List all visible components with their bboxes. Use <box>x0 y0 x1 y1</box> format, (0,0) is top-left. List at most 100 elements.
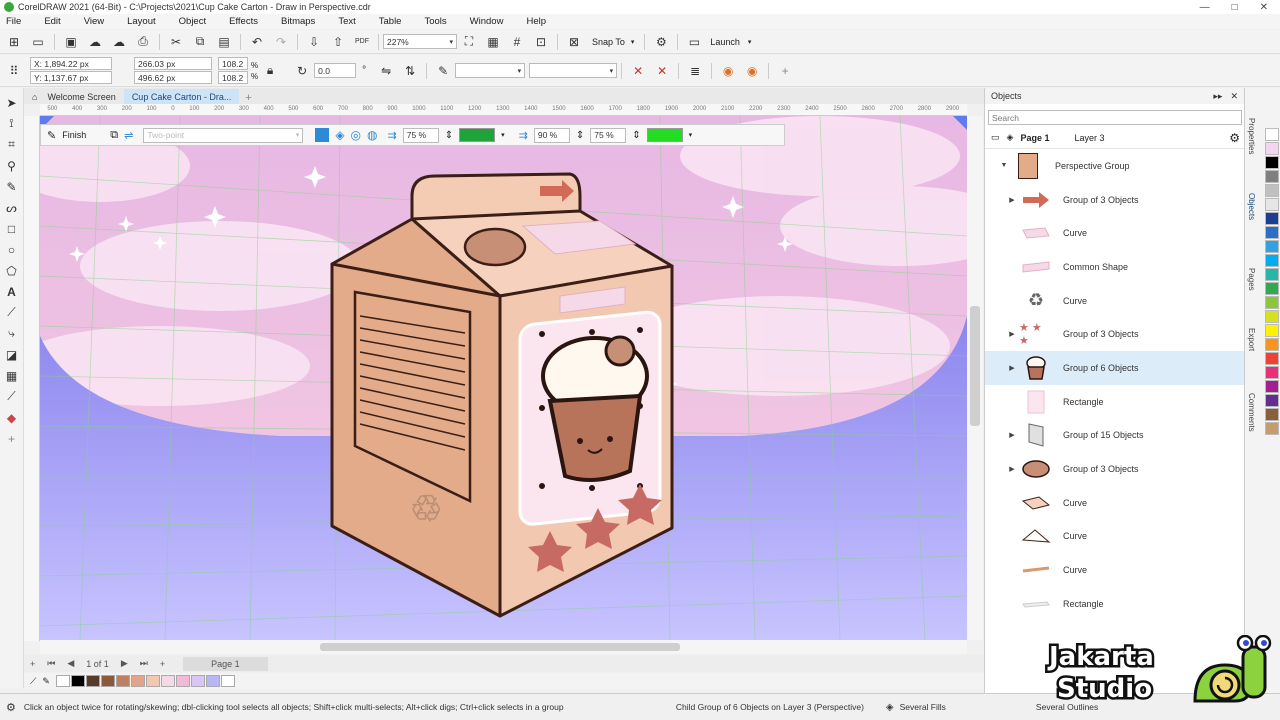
spin-icon[interactable]: ⇕ <box>445 130 453 141</box>
transparency-tool-icon[interactable]: ▦ <box>3 367 21 385</box>
color-swatch[interactable] <box>1265 142 1279 155</box>
maximize-button[interactable]: □ <box>1232 2 1238 13</box>
import-icon[interactable]: ⇩ <box>304 33 324 51</box>
color-swatch[interactable] <box>1265 128 1279 141</box>
layer-label[interactable]: Layer 3 <box>1074 133 1104 143</box>
gear-icon[interactable]: ⚙ <box>651 33 671 51</box>
tab-welcome-screen[interactable]: ⌂ Welcome Screen <box>24 89 124 104</box>
grid-opacity-field[interactable]: 75 % <box>402 127 439 143</box>
copy-icon[interactable]: ⧉ <box>190 33 210 51</box>
next-page-icon[interactable]: ▶ <box>121 658 128 669</box>
mirror-vertical-icon[interactable]: ⇅ <box>400 62 420 80</box>
color-swatch[interactable] <box>1265 254 1279 267</box>
expand-arrow-icon[interactable]: ▶ <box>1005 196 1019 204</box>
expand-arrow-icon[interactable]: ▼ <box>997 162 1011 169</box>
color-swatch[interactable] <box>1265 352 1279 365</box>
save-icon[interactable]: ▣ <box>61 33 81 51</box>
angle-field[interactable]: 0.0 <box>314 63 357 78</box>
add-page-after-icon[interactable]: + <box>160 659 165 669</box>
palette-swatch[interactable] <box>55 675 70 687</box>
page-label[interactable]: Page 1 <box>1020 133 1049 143</box>
expand-arrow-icon[interactable]: ▶ <box>1005 364 1019 372</box>
horizontal-scrollbar[interactable] <box>40 640 967 654</box>
expand-arrow-icon[interactable]: ▶ <box>1005 330 1019 338</box>
opacity-slider-icon[interactable]: ⇉ <box>388 129 397 142</box>
add-tool-icon[interactable]: + <box>3 430 21 448</box>
add-tab-icon[interactable]: + <box>239 92 257 104</box>
artistic-media-icon[interactable]: ᔕ <box>3 199 21 217</box>
cloud-upload-icon[interactable]: ☁ <box>85 33 105 51</box>
parallel-dimension-icon[interactable]: ⟋ <box>3 304 21 322</box>
color-swatch[interactable] <box>1265 198 1279 211</box>
palette-swatch[interactable] <box>190 675 205 687</box>
new-document-icon[interactable]: ⊞ <box>4 33 24 51</box>
object-row[interactable]: Rectangle <box>985 587 1244 621</box>
width-field[interactable]: 266.03 px <box>134 57 212 70</box>
spin-icon[interactable]: ⇕ <box>576 130 584 141</box>
grid-color-swatch[interactable] <box>459 128 496 142</box>
to-front-icon[interactable]: ◉ <box>718 62 738 80</box>
rotate-icon[interactable]: ↻ <box>292 62 312 80</box>
menu-tools[interactable]: Tools <box>424 16 446 27</box>
palette-swatch[interactable] <box>220 675 235 687</box>
menu-bitmaps[interactable]: Bitmaps <box>281 16 315 27</box>
plane-right-icon[interactable]: ◈ <box>335 128 344 142</box>
pick-tool-icon[interactable]: ➤ <box>3 94 21 112</box>
break-apart-icon[interactable]: ✕ <box>628 62 648 80</box>
object-row[interactable]: ♻ Curve <box>985 284 1244 318</box>
close-button[interactable]: ✕ <box>1260 2 1268 13</box>
add-icon[interactable]: + <box>775 62 795 80</box>
color-swatch[interactable] <box>1265 310 1279 323</box>
outline-pen-icon[interactable]: ✎ <box>433 62 453 80</box>
object-row[interactable]: ▶ Group of 3 Objects <box>985 452 1244 486</box>
zoom-fit-icon[interactable]: ⛶ <box>459 33 479 51</box>
color-swatch[interactable] <box>1265 184 1279 197</box>
object-row[interactable]: Rectangle <box>985 385 1244 419</box>
publish-pdf-icon[interactable]: PDF <box>352 33 372 51</box>
palette-swatch[interactable] <box>205 675 220 687</box>
add-page-before-icon[interactable]: + <box>30 659 35 669</box>
object-row[interactable]: ▶ Group of 15 Objects <box>985 419 1244 453</box>
first-page-icon[interactable]: ⏮ <box>47 658 55 669</box>
minimize-button[interactable]: — <box>1200 2 1210 13</box>
menu-object[interactable]: Object <box>179 16 206 27</box>
menu-file[interactable]: File <box>6 16 21 27</box>
wrap-text-icon[interactable]: ≣ <box>685 62 705 80</box>
menu-edit[interactable]: Edit <box>44 16 60 27</box>
color-swatch[interactable] <box>1265 240 1279 253</box>
connector-tool-icon[interactable]: ⤷ <box>3 325 21 343</box>
paste-icon[interactable]: ▤ <box>214 33 234 51</box>
plane-ground-icon[interactable]: ◎ <box>351 128 361 142</box>
color-swatch[interactable] <box>1265 422 1279 435</box>
freehand-tool-icon[interactable]: ✎ <box>3 178 21 196</box>
to-back-icon[interactable]: ◉ <box>742 62 762 80</box>
grid-fade-field[interactable]: 90 % <box>533 127 570 143</box>
line-color-swatch[interactable] <box>646 128 683 142</box>
preset-dropdown[interactable]: Two-point ▾ <box>143 127 304 143</box>
palette-swatch[interactable] <box>160 675 175 687</box>
scale-x-field[interactable]: 108.2 <box>218 57 248 70</box>
rectangle-tool-icon[interactable]: □ <box>3 220 21 238</box>
drop-shadow-icon[interactable]: ◪ <box>3 346 21 364</box>
y-position-field[interactable]: Y: 1,137.67 px <box>30 71 112 84</box>
launch-icon[interactable]: ▭ <box>684 33 704 51</box>
color-swatch[interactable] <box>1265 394 1279 407</box>
shape-tool-icon[interactable]: ⟟ <box>3 115 21 133</box>
page-tab[interactable]: Page 1 <box>183 656 268 671</box>
object-row[interactable]: Common Shape <box>985 250 1244 284</box>
cut-icon[interactable]: ✂ <box>166 33 186 51</box>
ellipse-tool-icon[interactable]: ○ <box>3 241 21 259</box>
finish-button[interactable]: Finish <box>62 130 86 140</box>
object-row[interactable]: ▶ ★ ★ ★ Group of 3 Objects <box>985 317 1244 351</box>
color-swatch[interactable] <box>1265 212 1279 225</box>
full-screen-icon[interactable]: ▦ <box>483 33 503 51</box>
palette-swatch[interactable] <box>85 675 100 687</box>
snap-icon[interactable]: ⊠ <box>564 33 584 51</box>
x-position-field[interactable]: X: 1,894.22 px <box>30 57 112 70</box>
palette-swatch[interactable] <box>70 675 85 687</box>
mirror-horizontal-icon[interactable]: ⇋ <box>376 62 396 80</box>
color-swatch[interactable] <box>1265 282 1279 295</box>
menu-layout[interactable]: Layout <box>127 16 156 27</box>
scroll-thumb[interactable] <box>320 643 680 651</box>
vertical-scrollbar[interactable] <box>967 116 983 640</box>
